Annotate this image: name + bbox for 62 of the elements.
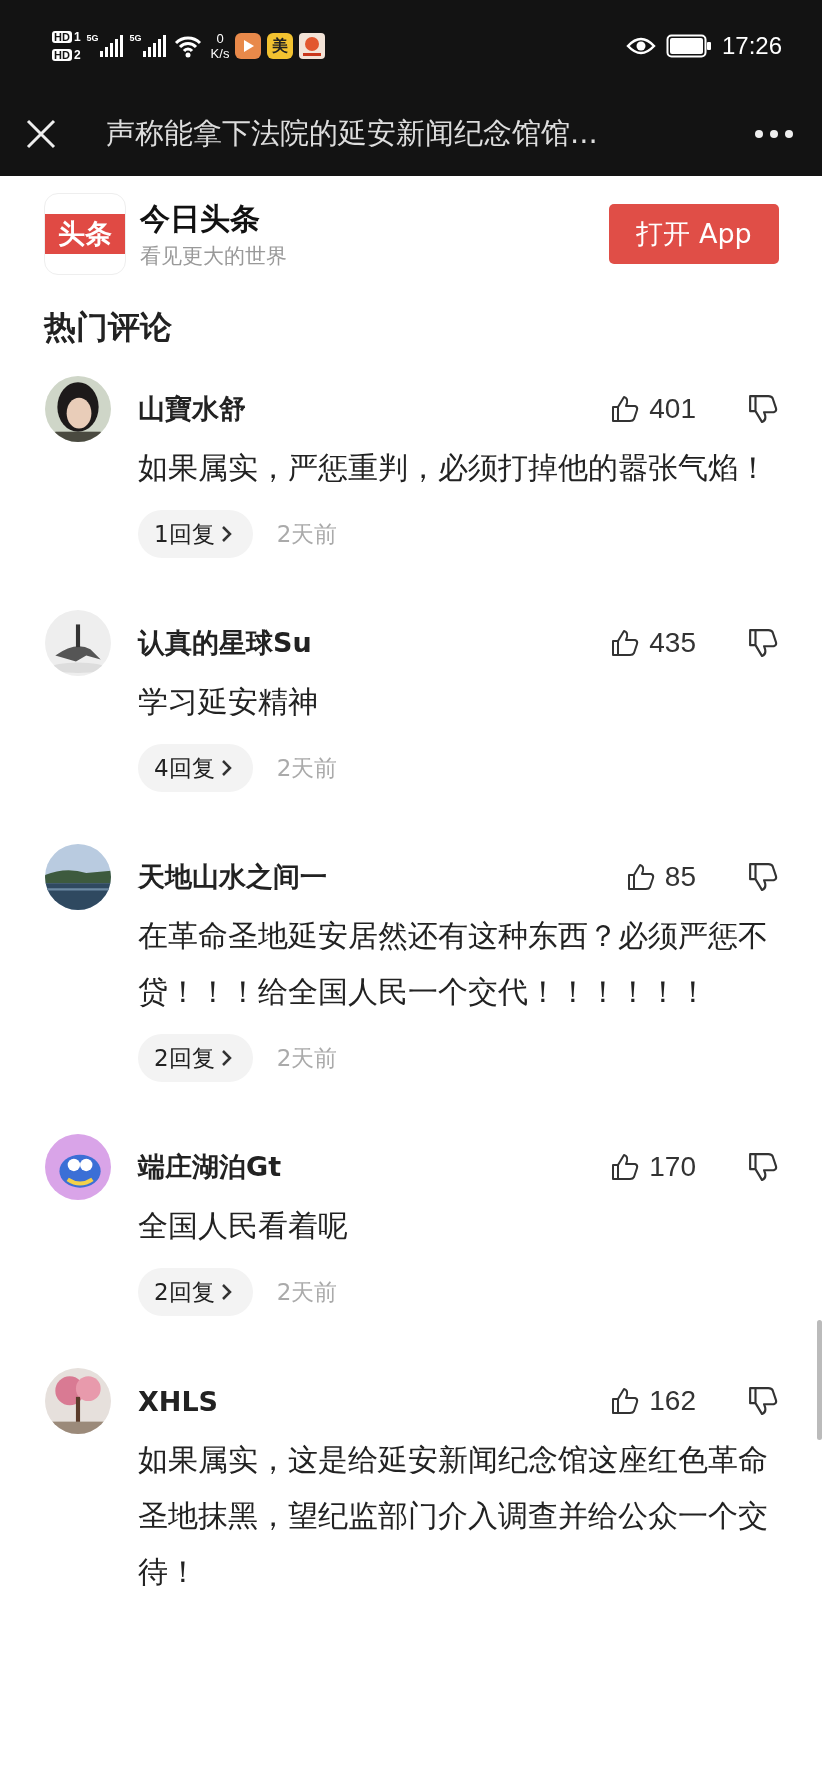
app-notification-icon: 美 (267, 33, 294, 59)
comment-time: 2天前 (276, 1277, 338, 1307)
replies-button[interactable]: 2回复 (138, 1268, 253, 1316)
wifi-icon (172, 34, 203, 58)
hd-badge: HD (52, 49, 72, 61)
username: XHLS (138, 1385, 220, 1417)
comment-text: 如果属实，这是给延安新闻纪念馆这座红色革命圣地抹黑，望纪监部门介入调查并给公众一个交待！ (138, 1441, 769, 1591)
app-logo: 头条 (44, 193, 126, 275)
page-title: 声称能拿下法院的延安新闻纪念馆馆... (106, 115, 599, 152)
section-title: 热门评论 (44, 307, 173, 348)
username: 山寶水舒 (138, 392, 247, 426)
dislike-button[interactable] (748, 394, 778, 424)
comment-time: 2天前 (276, 1043, 338, 1073)
comment-text: 如果属实，严惩重判，必须打掉他的嚣张气焰！ (138, 449, 769, 487)
sim-number: 1 (73, 30, 81, 44)
chevron-icon (220, 1283, 233, 1301)
open-app-button[interactable]: 打开 App (609, 204, 779, 264)
chevron-icon (220, 525, 233, 543)
dislike-button[interactable] (748, 1386, 778, 1416)
network-type: 5G (86, 33, 99, 43)
hd-badge: HD (52, 31, 72, 43)
chevron-icon (220, 1049, 233, 1067)
sim-number: 2 (73, 48, 81, 62)
app-slogan: 看见更大的世界 (140, 242, 288, 270)
thumbs-up-icon (626, 863, 655, 891)
app-name: 今日头条 (140, 199, 261, 238)
network-speed: 0 (216, 31, 224, 46)
username: 认真的星球Su (138, 626, 313, 660)
comment-text: 在革命圣地延安居然还有这种东西？必须严惩不贷！！！给全国人民一个交代！！！！！！ (138, 917, 769, 1011)
close-button[interactable] (26, 119, 56, 149)
comment-text: 全国人民看着呢 (138, 1207, 349, 1245)
replies-button[interactable]: 1回复 (138, 510, 253, 558)
replies-button[interactable]: 2回复 (138, 1034, 253, 1082)
like-button[interactable]: 162 (611, 1385, 696, 1417)
signal-icon (142, 33, 167, 59)
like-button[interactable]: 85 (626, 861, 696, 893)
eye-icon (625, 35, 656, 57)
like-button[interactable]: 170 (611, 1151, 696, 1183)
more-button[interactable] (754, 129, 794, 139)
comment-time: 2天前 (276, 519, 338, 549)
thumbs-up-icon (611, 1387, 640, 1415)
chevron-icon (220, 759, 233, 777)
thumbs-up-icon (611, 1153, 640, 1181)
like-button[interactable]: 401 (611, 393, 696, 425)
thumbs-up-icon (611, 629, 640, 657)
signal-icon (99, 33, 124, 59)
thumbs-up-icon (611, 395, 640, 423)
like-button[interactable]: 435 (611, 627, 696, 659)
play-app-icon (235, 33, 262, 59)
battery-icon (665, 34, 712, 58)
comment-text: 学习延安精神 (138, 683, 319, 721)
clock-time: 17:26 (721, 32, 782, 60)
comment-time: 2天前 (276, 753, 338, 783)
speed-unit: K/s (210, 46, 230, 61)
network-type: 5G (129, 33, 142, 43)
username: 端庄湖泊Gt (138, 1150, 283, 1184)
replies-button[interactable]: 4回复 (138, 744, 253, 792)
username: 天地山水之间一 (138, 860, 328, 894)
shop-app-icon (299, 33, 326, 59)
dislike-button[interactable] (748, 628, 778, 658)
dislike-button[interactable] (748, 862, 778, 892)
dislike-button[interactable] (748, 1152, 778, 1182)
